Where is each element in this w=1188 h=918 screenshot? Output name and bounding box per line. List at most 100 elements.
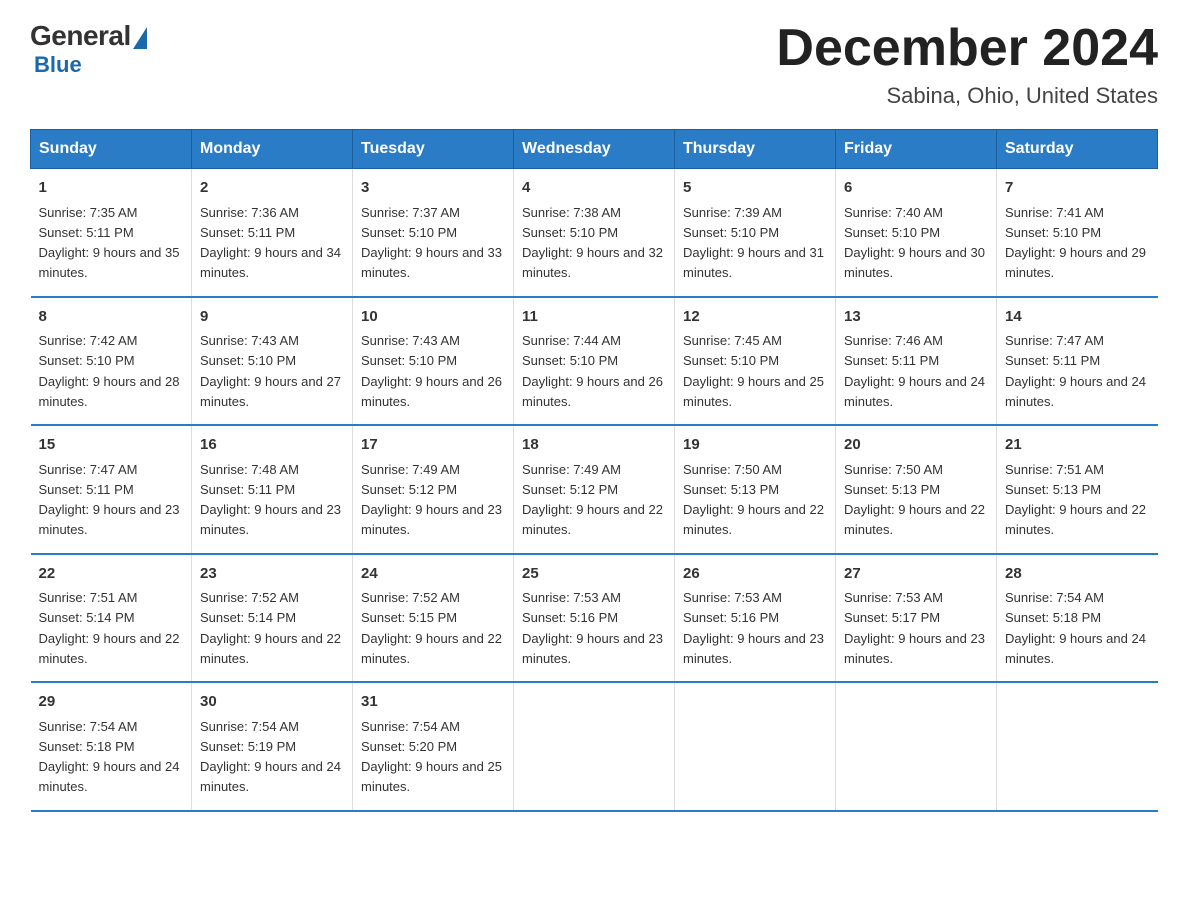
sunrise-info: Sunrise: 7:52 AM: [361, 590, 460, 605]
day-number: 22: [39, 563, 184, 586]
daylight-info: Daylight: 9 hours and 35 minutes.: [39, 245, 180, 280]
calendar-cell-4-7: 28 Sunrise: 7:54 AM Sunset: 5:18 PM Dayl…: [997, 554, 1158, 683]
sunset-info: Sunset: 5:11 PM: [39, 225, 134, 240]
day-number: 5: [683, 177, 827, 200]
calendar-cell-5-4: [514, 682, 675, 811]
day-number: 11: [522, 306, 666, 329]
day-number: 2: [200, 177, 344, 200]
sunrise-info: Sunrise: 7:39 AM: [683, 205, 782, 220]
calendar-cell-3-3: 17 Sunrise: 7:49 AM Sunset: 5:12 PM Dayl…: [353, 425, 514, 554]
sunset-info: Sunset: 5:10 PM: [39, 353, 135, 368]
calendar-cell-3-5: 19 Sunrise: 7:50 AM Sunset: 5:13 PM Dayl…: [675, 425, 836, 554]
sunrise-info: Sunrise: 7:40 AM: [844, 205, 943, 220]
daylight-info: Daylight: 9 hours and 23 minutes.: [844, 631, 985, 666]
sunset-info: Sunset: 5:17 PM: [844, 610, 940, 625]
sunset-info: Sunset: 5:18 PM: [39, 739, 135, 754]
calendar-cell-4-1: 22 Sunrise: 7:51 AM Sunset: 5:14 PM Dayl…: [31, 554, 192, 683]
day-number: 29: [39, 691, 184, 714]
day-number: 7: [1005, 177, 1150, 200]
daylight-info: Daylight: 9 hours and 25 minutes.: [683, 374, 824, 409]
sunrise-info: Sunrise: 7:44 AM: [522, 333, 621, 348]
sunrise-info: Sunrise: 7:35 AM: [39, 205, 138, 220]
sunset-info: Sunset: 5:10 PM: [200, 353, 296, 368]
day-number: 27: [844, 563, 988, 586]
daylight-info: Daylight: 9 hours and 31 minutes.: [683, 245, 824, 280]
daylight-info: Daylight: 9 hours and 26 minutes.: [522, 374, 663, 409]
sunset-info: Sunset: 5:11 PM: [200, 482, 295, 497]
day-number: 8: [39, 306, 184, 329]
day-number: 12: [683, 306, 827, 329]
daylight-info: Daylight: 9 hours and 27 minutes.: [200, 374, 341, 409]
sunrise-info: Sunrise: 7:49 AM: [522, 462, 621, 477]
sunset-info: Sunset: 5:11 PM: [844, 353, 939, 368]
column-header-friday: Friday: [836, 130, 997, 169]
day-number: 20: [844, 434, 988, 457]
calendar-cell-5-1: 29 Sunrise: 7:54 AM Sunset: 5:18 PM Dayl…: [31, 682, 192, 811]
daylight-info: Daylight: 9 hours and 22 minutes.: [522, 502, 663, 537]
day-number: 13: [844, 306, 988, 329]
sunrise-info: Sunrise: 7:54 AM: [200, 719, 299, 734]
calendar-cell-1-1: 1 Sunrise: 7:35 AM Sunset: 5:11 PM Dayli…: [31, 169, 192, 297]
column-header-wednesday: Wednesday: [514, 130, 675, 169]
calendar-cell-4-3: 24 Sunrise: 7:52 AM Sunset: 5:15 PM Dayl…: [353, 554, 514, 683]
daylight-info: Daylight: 9 hours and 22 minutes.: [844, 502, 985, 537]
day-number: 16: [200, 434, 344, 457]
calendar-cell-1-2: 2 Sunrise: 7:36 AM Sunset: 5:11 PM Dayli…: [192, 169, 353, 297]
sunset-info: Sunset: 5:13 PM: [683, 482, 779, 497]
day-number: 15: [39, 434, 184, 457]
column-header-thursday: Thursday: [675, 130, 836, 169]
daylight-info: Daylight: 9 hours and 22 minutes.: [1005, 502, 1146, 537]
day-number: 19: [683, 434, 827, 457]
calendar-cell-3-2: 16 Sunrise: 7:48 AM Sunset: 5:11 PM Dayl…: [192, 425, 353, 554]
day-number: 17: [361, 434, 505, 457]
daylight-info: Daylight: 9 hours and 23 minutes.: [683, 631, 824, 666]
day-number: 9: [200, 306, 344, 329]
calendar-cell-1-6: 6 Sunrise: 7:40 AM Sunset: 5:10 PM Dayli…: [836, 169, 997, 297]
day-number: 28: [1005, 563, 1150, 586]
sunset-info: Sunset: 5:15 PM: [361, 610, 457, 625]
daylight-info: Daylight: 9 hours and 23 minutes.: [361, 502, 502, 537]
calendar-cell-2-4: 11 Sunrise: 7:44 AM Sunset: 5:10 PM Dayl…: [514, 297, 675, 426]
sunset-info: Sunset: 5:11 PM: [1005, 353, 1100, 368]
day-number: 1: [39, 177, 184, 200]
day-number: 25: [522, 563, 666, 586]
main-title: December 2024: [776, 20, 1158, 77]
sunset-info: Sunset: 5:10 PM: [844, 225, 940, 240]
daylight-info: Daylight: 9 hours and 26 minutes.: [361, 374, 502, 409]
daylight-info: Daylight: 9 hours and 33 minutes.: [361, 245, 502, 280]
logo-triangle-icon: [133, 27, 147, 49]
sunset-info: Sunset: 5:13 PM: [844, 482, 940, 497]
calendar-header-row: SundayMondayTuesdayWednesdayThursdayFrid…: [31, 130, 1158, 169]
daylight-info: Daylight: 9 hours and 29 minutes.: [1005, 245, 1146, 280]
calendar-cell-1-7: 7 Sunrise: 7:41 AM Sunset: 5:10 PM Dayli…: [997, 169, 1158, 297]
calendar-cell-2-3: 10 Sunrise: 7:43 AM Sunset: 5:10 PM Dayl…: [353, 297, 514, 426]
daylight-info: Daylight: 9 hours and 24 minutes.: [39, 759, 180, 794]
sunrise-info: Sunrise: 7:37 AM: [361, 205, 460, 220]
calendar-cell-5-3: 31 Sunrise: 7:54 AM Sunset: 5:20 PM Dayl…: [353, 682, 514, 811]
daylight-info: Daylight: 9 hours and 22 minutes.: [39, 631, 180, 666]
daylight-info: Daylight: 9 hours and 23 minutes.: [522, 631, 663, 666]
calendar-week-1: 1 Sunrise: 7:35 AM Sunset: 5:11 PM Dayli…: [31, 169, 1158, 297]
sunset-info: Sunset: 5:20 PM: [361, 739, 457, 754]
day-number: 4: [522, 177, 666, 200]
sunrise-info: Sunrise: 7:51 AM: [39, 590, 138, 605]
calendar-cell-3-4: 18 Sunrise: 7:49 AM Sunset: 5:12 PM Dayl…: [514, 425, 675, 554]
sunset-info: Sunset: 5:10 PM: [683, 225, 779, 240]
sunrise-info: Sunrise: 7:43 AM: [361, 333, 460, 348]
calendar-cell-2-5: 12 Sunrise: 7:45 AM Sunset: 5:10 PM Dayl…: [675, 297, 836, 426]
sunrise-info: Sunrise: 7:54 AM: [1005, 590, 1104, 605]
sunrise-info: Sunrise: 7:53 AM: [683, 590, 782, 605]
sunset-info: Sunset: 5:16 PM: [522, 610, 618, 625]
daylight-info: Daylight: 9 hours and 22 minutes.: [200, 631, 341, 666]
calendar-cell-5-5: [675, 682, 836, 811]
sunrise-info: Sunrise: 7:50 AM: [683, 462, 782, 477]
sunrise-info: Sunrise: 7:41 AM: [1005, 205, 1104, 220]
column-header-monday: Monday: [192, 130, 353, 169]
sunset-info: Sunset: 5:10 PM: [361, 225, 457, 240]
daylight-info: Daylight: 9 hours and 22 minutes.: [683, 502, 824, 537]
location-subtitle: Sabina, Ohio, United States: [776, 83, 1158, 109]
daylight-info: Daylight: 9 hours and 24 minutes.: [1005, 631, 1146, 666]
sunset-info: Sunset: 5:18 PM: [1005, 610, 1101, 625]
calendar-week-4: 22 Sunrise: 7:51 AM Sunset: 5:14 PM Dayl…: [31, 554, 1158, 683]
sunset-info: Sunset: 5:13 PM: [1005, 482, 1101, 497]
